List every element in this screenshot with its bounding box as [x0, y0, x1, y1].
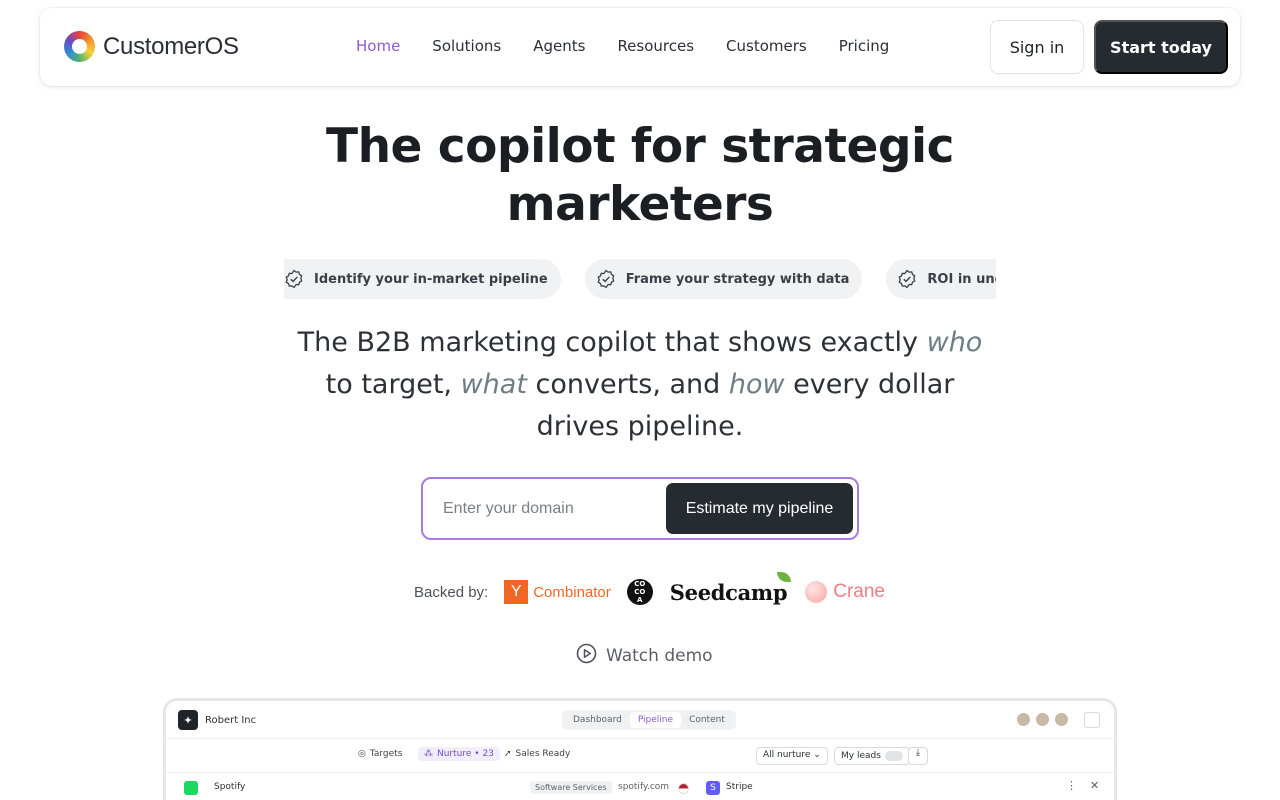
- tab-dashboard[interactable]: Dashboard: [565, 712, 630, 728]
- play-circle-icon: [576, 643, 597, 669]
- brand-logo[interactable]: CustomerOS: [64, 31, 239, 62]
- preview-tabs: Dashboard Pipeline Content: [562, 710, 736, 730]
- watch-demo-link[interactable]: Watch demo: [576, 643, 713, 669]
- preview-avatars: [1016, 712, 1069, 727]
- subtitle-text: The B2B marketing copilot that shows exa…: [297, 327, 927, 358]
- my-leads-toggle[interactable]: My leads: [834, 747, 910, 765]
- brand-name: CustomerOS: [103, 32, 239, 60]
- app-preview: ✦ Robert Inc Dashboard Pipeline Content …: [163, 698, 1117, 800]
- nav-links: Home Solutions Agents Resources Customer…: [356, 37, 921, 55]
- hero-title-line1: The copilot for strategic: [326, 119, 954, 174]
- backers-row: Backed by: Y Combinator CO CO A Seedcamp…: [414, 571, 885, 608]
- subtitle-emphasis-who: who: [926, 327, 983, 358]
- logo-ring-icon: [64, 31, 95, 62]
- sign-in-button[interactable]: Sign in: [990, 20, 1084, 74]
- start-today-button[interactable]: Start today: [1094, 20, 1228, 74]
- badge-check-icon: [897, 269, 917, 289]
- badge-check-icon: [284, 269, 304, 289]
- stripe-icon: S: [706, 781, 720, 795]
- my-leads-label: My leads: [841, 751, 881, 761]
- nurture-icon: ⁂: [424, 749, 433, 759]
- hero-subtitle: The B2B marketing copilot that shows exa…: [290, 322, 990, 448]
- workspace-name: Robert Inc: [205, 714, 257, 726]
- nurture-select-label: All nurture: [763, 750, 811, 760]
- filter-targets[interactable]: ◎ Targets: [358, 749, 402, 759]
- preview-topbar: ✦ Robert Inc Dashboard Pipeline Content: [166, 701, 1114, 739]
- spotify-icon: [184, 781, 198, 795]
- rocket-icon: ➚: [504, 749, 512, 759]
- table-row[interactable]: Spotify Software Services spotify.com S …: [166, 773, 1114, 800]
- target-icon: ◎: [358, 749, 366, 759]
- hero-title-line2: marketers: [506, 177, 774, 232]
- industry-tag: Software Services: [530, 781, 612, 794]
- estimate-pipeline-button[interactable]: Estimate my pipeline: [666, 483, 853, 534]
- top-navigation: CustomerOS Home Solutions Agents Resourc…: [40, 8, 1240, 86]
- chevron-down-icon: ⌄: [813, 750, 821, 760]
- close-icon[interactable]: ✕: [1090, 779, 1099, 792]
- feature-pill: Identify your in-market pipeline: [284, 259, 561, 299]
- tab-pipeline[interactable]: Pipeline: [629, 712, 682, 728]
- filter-nurture-label: Nurture • 23: [437, 749, 494, 759]
- partner-name: Stripe: [726, 782, 753, 792]
- subtitle-emphasis-how: how: [728, 369, 785, 400]
- nav-link-pricing[interactable]: Pricing: [839, 37, 890, 55]
- hero-title: The copilot for strategic marketers: [0, 118, 1280, 234]
- yc-text: Combinator: [533, 583, 611, 601]
- nav-link-home[interactable]: Home: [356, 37, 400, 55]
- backed-by-label: Backed by:: [414, 583, 489, 601]
- crane-logo: Crane: [805, 581, 885, 603]
- crane-mark-icon: [805, 581, 828, 603]
- preview-filter-bar: ◎ Targets ⁂ Nurture • 23 ➚ Sales Ready All …: [166, 739, 1114, 773]
- feature-pill-label: Frame your strategy with data: [625, 271, 850, 287]
- yc-letter: Y: [504, 580, 529, 604]
- avatar[interactable]: [1016, 712, 1031, 727]
- seedcamp-text: Seedcamp: [669, 579, 788, 605]
- watch-demo-label: Watch demo: [606, 646, 713, 666]
- cocoa-logo: CO CO A: [626, 579, 653, 605]
- cocoa-text: CO CO A: [634, 580, 646, 604]
- company-name: Spotify: [214, 782, 246, 792]
- filter-targets-label: Targets: [369, 749, 403, 759]
- us-flag-icon: [678, 783, 689, 794]
- toggle-switch[interactable]: [884, 751, 903, 761]
- sparkle-icon: ✦: [178, 710, 198, 730]
- nav-link-solutions[interactable]: Solutions: [432, 37, 501, 55]
- preview-workspace[interactable]: ✦ Robert Inc: [178, 710, 256, 730]
- nav-link-customers[interactable]: Customers: [726, 37, 807, 55]
- filter-nurture[interactable]: ⁂ Nurture • 23: [418, 747, 500, 761]
- domain-form: Estimate my pipeline: [421, 477, 859, 540]
- company-domain: spotify.com: [618, 782, 670, 792]
- nav-link-resources[interactable]: Resources: [617, 37, 694, 55]
- feature-pills: Identify your in-market pipeline Frame y…: [284, 259, 996, 299]
- nav-link-agents[interactable]: Agents: [533, 37, 585, 55]
- crane-text: Crane: [833, 581, 885, 602]
- feature-pill-label: ROI in under 90 days: [927, 271, 996, 287]
- more-options-icon[interactable]: ⋮: [1066, 779, 1077, 792]
- feature-pill-label: Identify your in-market pipeline: [314, 271, 548, 287]
- document-icon[interactable]: [1084, 712, 1100, 728]
- y-combinator-logo: Y Combinator: [504, 580, 611, 604]
- seedcamp-logo: Seedcamp: [669, 571, 792, 605]
- avatar[interactable]: [1035, 712, 1050, 727]
- download-icon[interactable]: ⤓: [908, 747, 928, 765]
- tab-content[interactable]: Content: [681, 712, 733, 728]
- feature-pill: ROI in under 90 days: [886, 259, 996, 299]
- domain-input[interactable]: [435, 489, 655, 529]
- nurture-select[interactable]: All nurture ⌄: [756, 747, 828, 765]
- filter-sales-ready[interactable]: ➚ Sales Ready: [504, 749, 570, 759]
- subtitle-text: to target,: [325, 369, 461, 400]
- badge-check-icon: [596, 269, 616, 289]
- subtitle-text: converts, and: [526, 369, 729, 400]
- subtitle-emphasis-what: what: [460, 369, 527, 400]
- avatar[interactable]: [1054, 712, 1069, 727]
- filter-sales-ready-label: Sales Ready: [515, 749, 571, 759]
- feature-pill: Frame your strategy with data: [584, 259, 863, 299]
